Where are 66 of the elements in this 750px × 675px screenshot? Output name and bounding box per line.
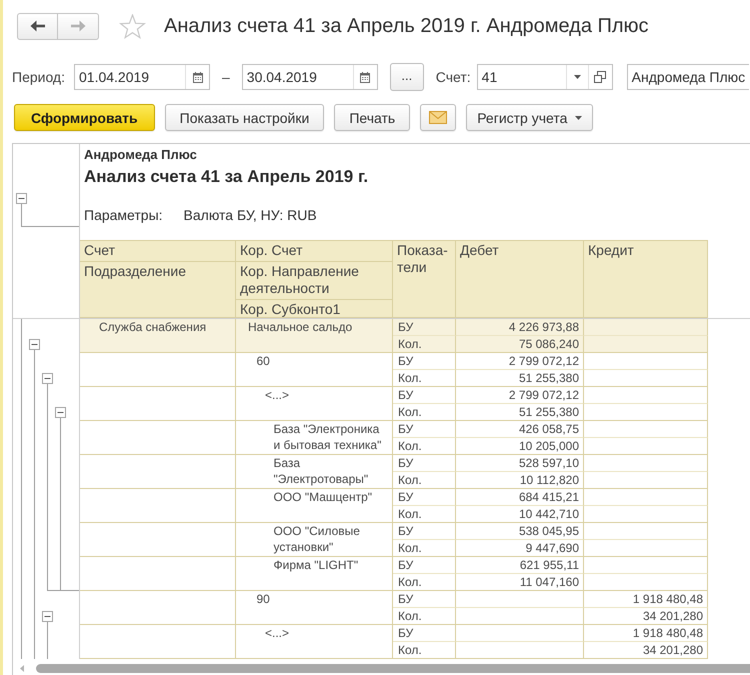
date-field[interactable]: 30.04.2019 [242,64,378,90]
column-header: Счет [80,241,236,262]
column-header: Кредит [584,241,708,318]
table-cell: БУ [393,489,456,506]
toolbar-button[interactable]: Показать настройки [164,104,324,131]
table-cell: БУ [393,353,456,370]
table-cell: 1 918 480,48 [584,625,708,642]
table-cell: 426 058,75 [456,421,584,438]
table-cell: 1 918 480,48 [584,591,708,608]
parameters-label: Параметры: [84,206,163,224]
collapse-icon[interactable] [55,407,66,418]
report-title: Анализ счета 41 за Апрель 2019 г. [83,166,370,188]
account-field[interactable]: 41 [476,64,613,90]
scrollbar-thumb[interactable] [36,664,750,672]
table-cell: 4 226 973,88 [456,319,584,336]
table-cell: Кол. [393,642,456,659]
table-cell: 34 201,280 [584,642,708,659]
column-header: Кор. Направление деятельности [236,262,393,300]
table-cell: БУ [393,421,456,438]
table-cell: БУ [393,625,456,642]
table-cell: <...> [236,625,393,659]
tree-connector-line [21,203,79,227]
parameters-value: Валюта БУ, НУ: RUB [184,206,317,224]
dropdown-button[interactable]: Регистр учета [466,104,594,131]
arrow-left-icon [30,20,46,32]
star-icon[interactable] [119,14,146,38]
table-cell: 684 415,21 [456,489,584,506]
calendar-icon [360,72,370,82]
range-dash: – [222,69,230,85]
table-cell: БУ [393,557,456,574]
collapse-icon[interactable] [42,373,53,384]
table-cell: 2 799 072,12 [456,387,584,404]
primary-button[interactable]: Сформировать [14,104,155,131]
calendar-icon [192,72,202,82]
arrow-right-icon [70,20,86,32]
table-cell: 528 597,10 [456,455,584,472]
column-header: Кор. Субконто1 [236,300,393,318]
back-button[interactable] [17,12,58,40]
column-header: Дебет [456,241,584,318]
toolbar-button[interactable]: Печать [334,104,410,131]
more-button[interactable]: ... [390,63,424,91]
table-cell: БУ [393,523,456,540]
column-header: Подразделение [80,262,236,318]
period-label: Период: [12,69,65,85]
caret-icon [575,116,582,120]
table-cell: 538 045,95 [456,523,584,540]
caret-icon [574,75,581,79]
table-cell: 621 955,11 [456,557,584,574]
account-label: Счет: [436,69,471,85]
date-field[interactable]: 01.04.2019 [74,64,210,90]
table-cell: 2 799 072,12 [456,353,584,370]
column-header: Показа-тели [393,241,456,318]
organization-name: Андромеда Плюс [83,147,198,163]
column-header: Кор. Счет [236,241,393,262]
window-title: Анализ счета 41 за Апрель 2019 г. Андромеда Плюс [164,14,649,38]
table-cell: БУ [393,455,456,472]
table-cell: БУ [393,387,456,404]
overlapping-squares-icon [594,71,606,83]
organization-field[interactable]: Андромеда Плюс [626,64,749,90]
collapse-icon[interactable] [16,193,27,204]
table-cell: БУ [393,591,456,608]
envelope-icon [429,111,448,124]
collapse-icon[interactable] [42,611,53,622]
table-cell: БУ [393,319,456,336]
tree-connector-line [47,621,48,659]
collapse-icon[interactable] [29,339,40,350]
